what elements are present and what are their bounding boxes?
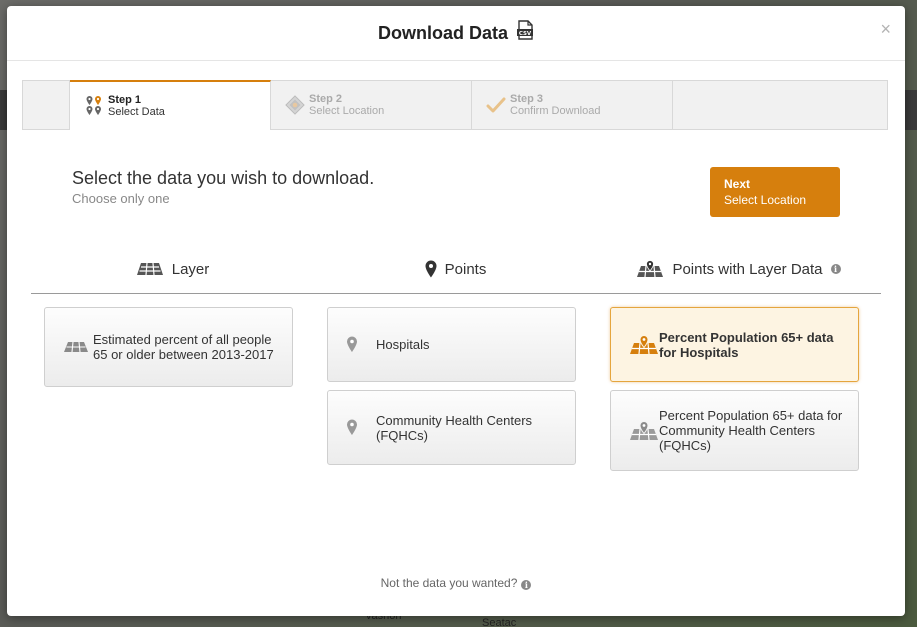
map-label-seatac: Seatac <box>482 617 517 627</box>
next-button-label: Next <box>724 177 751 191</box>
csv-file-icon: CSV <box>516 20 534 40</box>
footer-note: Not the data you wanted? i <box>7 576 905 590</box>
next-button[interactable]: Next Select Location <box>710 167 840 217</box>
wizard-steps: Step 1 Select Data Step 2 Select Locatio… <box>22 80 888 130</box>
pin-icon <box>346 419 376 436</box>
layer-icon <box>136 262 163 276</box>
column-header-points-layer: Points with Layer Data i <box>597 254 880 284</box>
steps-spacer <box>23 81 70 129</box>
points-layer-icon <box>629 334 659 355</box>
next-button-sublabel: Select Location <box>724 193 807 207</box>
svg-text:CSV: CSV <box>519 31 532 37</box>
download-data-modal: Download Data CSV × Step 1 Select Data S… <box>7 6 905 616</box>
modal-header: Download Data CSV × <box>7 6 905 61</box>
column-header-points: Points <box>314 254 597 284</box>
info-icon[interactable]: i <box>521 580 532 590</box>
instructions-subtitle: Choose only one <box>72 191 170 206</box>
column-header-label: Points <box>444 260 487 278</box>
points-layer-icon <box>637 260 664 278</box>
card-layer-percent-65[interactable]: Estimated percent of all people 65 or ol… <box>44 307 293 387</box>
step-name: Select Location <box>309 105 385 117</box>
card-label: Community Health Centers (FQHCs) <box>376 412 533 443</box>
pin-icon <box>425 260 437 278</box>
column-header-layer: Layer <box>31 254 314 284</box>
step-name: Select Data <box>108 106 165 118</box>
card-label: Percent Population 65+ data for Hospital… <box>659 329 834 360</box>
card-label: Percent Population 65+ data for Communit… <box>659 408 843 453</box>
info-icon[interactable]: i <box>830 264 841 274</box>
points-layer-icon <box>629 420 659 441</box>
pin-icon <box>346 336 376 353</box>
close-button[interactable]: × <box>880 20 891 38</box>
card-points-hospitals[interactable]: Hospitals <box>327 307 576 382</box>
step-number: Step 3 <box>510 93 544 105</box>
modal-title: Download Data <box>377 22 508 43</box>
background-toolbar-right <box>905 90 917 130</box>
card-points-layer-fqhcs[interactable]: Percent Population 65+ data for Communit… <box>610 390 859 471</box>
step-select-data[interactable]: Step 1 Select Data <box>70 80 271 130</box>
card-label: Estimated percent of all people 65 or ol… <box>93 332 274 362</box>
map-location-icon <box>285 93 305 117</box>
instructions-title: Select the data you wish to download. <box>72 168 375 188</box>
column-header-label: Points with Layer Data <box>672 260 823 278</box>
steps-filler <box>673 81 887 129</box>
map-pins-icon <box>84 94 104 118</box>
layer-icon <box>63 341 93 353</box>
instructions: Select the data you wish to download. Ch… <box>72 168 374 206</box>
footer-note-text[interactable]: Not the data you wanted? <box>381 576 518 590</box>
step-name: Confirm Download <box>510 105 601 117</box>
card-points-layer-hospitals[interactable]: Percent Population 65+ data for Hospital… <box>610 307 859 382</box>
step-select-location[interactable]: Step 2 Select Location <box>271 81 472 129</box>
card-label: Hospitals <box>376 337 430 352</box>
card-points-fqhcs[interactable]: Community Health Centers (FQHCs) <box>327 390 576 465</box>
step-number: Step 2 <box>309 93 343 105</box>
column-header-label: Layer <box>171 260 210 278</box>
column-headers: Layer Points Points with Layer Data i <box>31 254 881 294</box>
checkmark-icon <box>486 93 506 117</box>
step-number: Step 1 <box>108 94 142 106</box>
step-confirm-download[interactable]: Step 3 Confirm Download <box>472 81 673 129</box>
